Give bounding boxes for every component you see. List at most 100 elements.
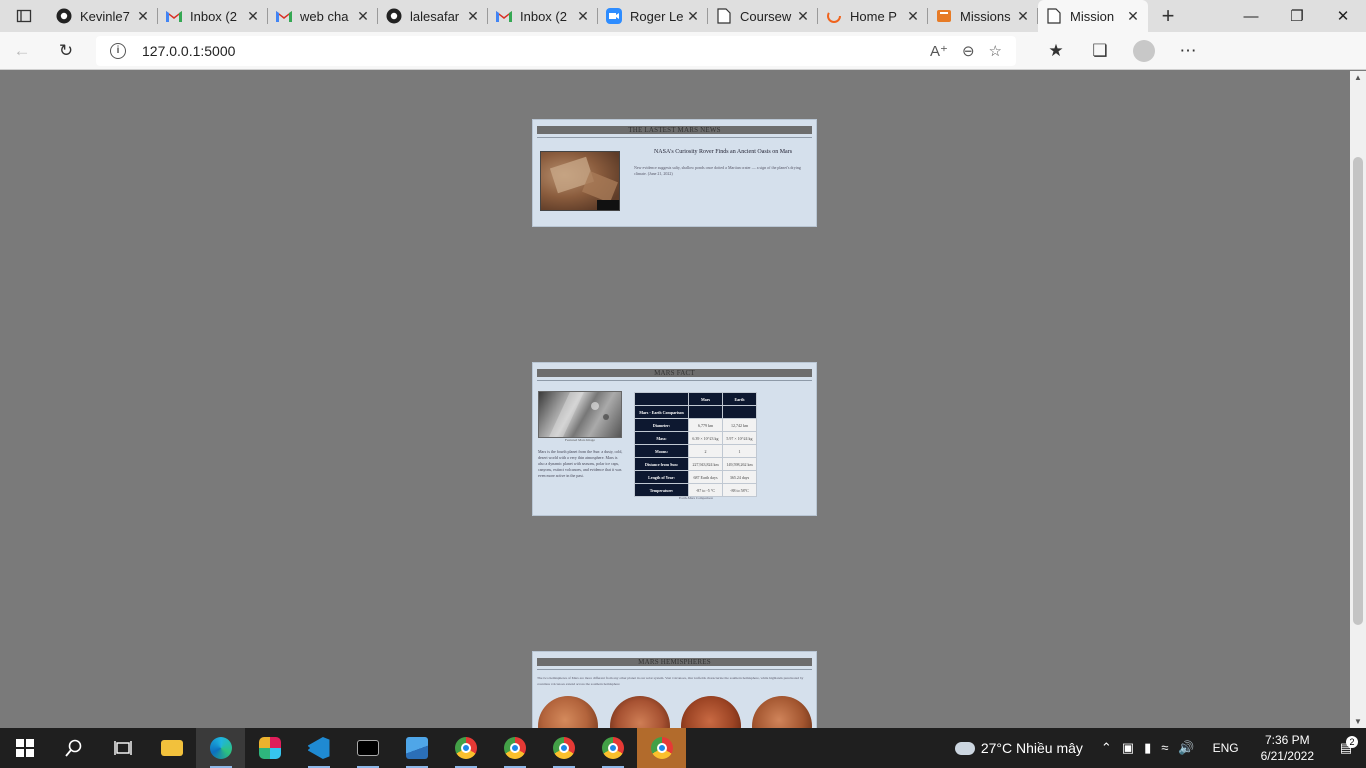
browser-tab[interactable]: Kevinle7 ✕ (48, 0, 158, 32)
browser-tab[interactable]: web cha ✕ (268, 0, 378, 32)
close-tab-icon[interactable]: ✕ (906, 8, 920, 25)
github-icon (56, 8, 72, 24)
news-title[interactable]: NASA's Curiosity Rover Finds an Ancient … (633, 149, 813, 155)
earth-value: 12,742 km (722, 418, 757, 432)
page-scrollbar[interactable]: ▲ ▼ (1350, 71, 1366, 728)
browser-tab[interactable]: Missions ✕ (928, 0, 1038, 32)
scroll-up-icon[interactable]: ▲ (1354, 73, 1362, 82)
terminal-button[interactable] (343, 728, 392, 768)
favorites-icon[interactable]: ★ (1034, 41, 1078, 61)
mars-news-card: THE LASTEST MARS NEWS NASA's Curiosity R… (532, 119, 817, 227)
row-label: Distance from Sun: (634, 457, 689, 471)
tab-actions-icon (16, 9, 32, 23)
read-aloud-icon[interactable]: A⁺ (930, 42, 948, 60)
hemisphere-image[interactable] (752, 696, 812, 728)
volume-icon[interactable]: 🔊 (1178, 740, 1194, 756)
close-window-button[interactable]: ✕ (1320, 0, 1366, 32)
terminal-icon (356, 740, 379, 756)
chrome-button-2[interactable] (490, 728, 539, 768)
minimize-button[interactable]: — (1228, 0, 1274, 32)
reload-button[interactable]: ↻ (44, 32, 88, 70)
tab-title: web cha (300, 8, 349, 24)
clock-time: 7:36 PM (1264, 733, 1310, 747)
file-explorer-button[interactable] (147, 728, 196, 768)
chrome-button-4[interactable] (588, 728, 637, 768)
battery-icon[interactable]: ▮ (1144, 740, 1151, 756)
row-label: Diameter: (634, 418, 689, 432)
windows-logo-icon (15, 739, 34, 757)
chrome-icon (454, 737, 477, 759)
browser-tab[interactable]: Roger Le ✕ (598, 0, 708, 32)
site-info-icon[interactable]: i (110, 42, 126, 59)
browser-tab[interactable]: Coursew ✕ (708, 0, 818, 32)
browser-tab[interactable]: Mission ✕ (1038, 0, 1148, 32)
close-tab-icon[interactable]: ✕ (246, 8, 260, 25)
facts-description: Mars is the fourth planet from the Sun: … (538, 449, 623, 478)
tab-title: Home P (850, 8, 897, 24)
chevron-up-icon[interactable]: ⌃ (1101, 740, 1112, 756)
earth-value: 5.97 × 10^24 kg (722, 431, 757, 445)
url-field[interactable]: i 127.0.0.1:5000 A⁺ ⊖ ☆ (96, 35, 1016, 66)
scroll-thumb[interactable] (1353, 157, 1363, 625)
table-header-cell (634, 392, 689, 406)
notification-count: 2 (1346, 736, 1358, 748)
new-tab-button[interactable]: + (1148, 0, 1188, 32)
divider (537, 380, 812, 381)
tab-title: Inbox (2 (190, 8, 237, 24)
table-row: Moons: 2 1 (634, 444, 757, 458)
vscode-icon (307, 737, 330, 759)
device-icon[interactable]: ▣ (1122, 740, 1134, 756)
photos-button[interactable] (392, 728, 441, 768)
restore-button[interactable]: ❐ (1274, 0, 1320, 32)
close-tab-icon[interactable]: ✕ (1016, 8, 1030, 25)
hemisphere-image[interactable] (610, 696, 670, 728)
hemisphere-image[interactable] (538, 696, 598, 728)
close-tab-icon[interactable]: ✕ (576, 8, 590, 25)
close-tab-icon[interactable]: ✕ (136, 8, 150, 25)
close-tab-icon[interactable]: ✕ (466, 8, 480, 25)
chrome-button-1[interactable] (441, 728, 490, 768)
collections-icon[interactable]: ❏ (1078, 41, 1122, 61)
input-language[interactable]: ENG (1203, 741, 1249, 755)
search-button[interactable] (49, 728, 98, 768)
chrome-button-3[interactable] (539, 728, 588, 768)
hemisphere-image[interactable] (681, 696, 741, 728)
notification-center-button[interactable]: ▤ 2 (1326, 736, 1366, 756)
more-menu-icon[interactable]: ⋯ (1166, 41, 1210, 61)
scroll-down-icon[interactable]: ▼ (1354, 717, 1362, 726)
wifi-icon[interactable]: ≈ (1161, 740, 1168, 756)
task-view-button[interactable] (98, 728, 147, 768)
tab-actions-button[interactable] (0, 0, 48, 32)
browser-tab[interactable]: Inbox (2 ✕ (158, 0, 268, 32)
table-row: Diameter: 6,779 km 12,742 km (634, 418, 757, 432)
edge-icon (209, 737, 232, 759)
tab-title: Roger Le (630, 8, 684, 24)
browser-tab[interactable]: Home P ✕ (818, 0, 928, 32)
clock[interactable]: 7:36 PM 6/21/2022 (1249, 732, 1326, 764)
tab-title: Inbox (2 (520, 8, 567, 24)
tab-title: Kevinle7 (80, 8, 130, 24)
close-tab-icon[interactable]: ✕ (686, 8, 700, 25)
start-button[interactable] (0, 728, 49, 768)
back-button[interactable]: ← (0, 32, 44, 70)
add-favorite-icon[interactable]: ☆ (989, 42, 1002, 60)
edge-button[interactable] (196, 728, 245, 768)
weather-widget[interactable]: 27°C Nhiều mây (945, 737, 1093, 756)
mars-value: 6,779 km (688, 418, 723, 432)
divider (537, 137, 812, 138)
search-icon (64, 739, 81, 757)
cloud-icon (951, 737, 975, 755)
zoom-out-icon[interactable]: ⊖ (962, 42, 975, 60)
slack-button[interactable] (245, 728, 294, 768)
chrome-button-5[interactable] (637, 728, 686, 768)
browser-tab[interactable]: Inbox (2 ✕ (488, 0, 598, 32)
close-tab-icon[interactable]: ✕ (796, 8, 810, 25)
profile-avatar[interactable] (1133, 39, 1155, 62)
tab-title: Coursew (740, 8, 792, 24)
close-tab-icon[interactable]: ✕ (356, 8, 370, 25)
earth-value: -88 to 58°C (722, 483, 757, 497)
vscode-button[interactable] (294, 728, 343, 768)
close-tab-icon[interactable]: ✕ (1126, 8, 1140, 25)
mars-value: 227,943,824 km (688, 457, 723, 471)
browser-tab[interactable]: lalesafar ✕ (378, 0, 488, 32)
